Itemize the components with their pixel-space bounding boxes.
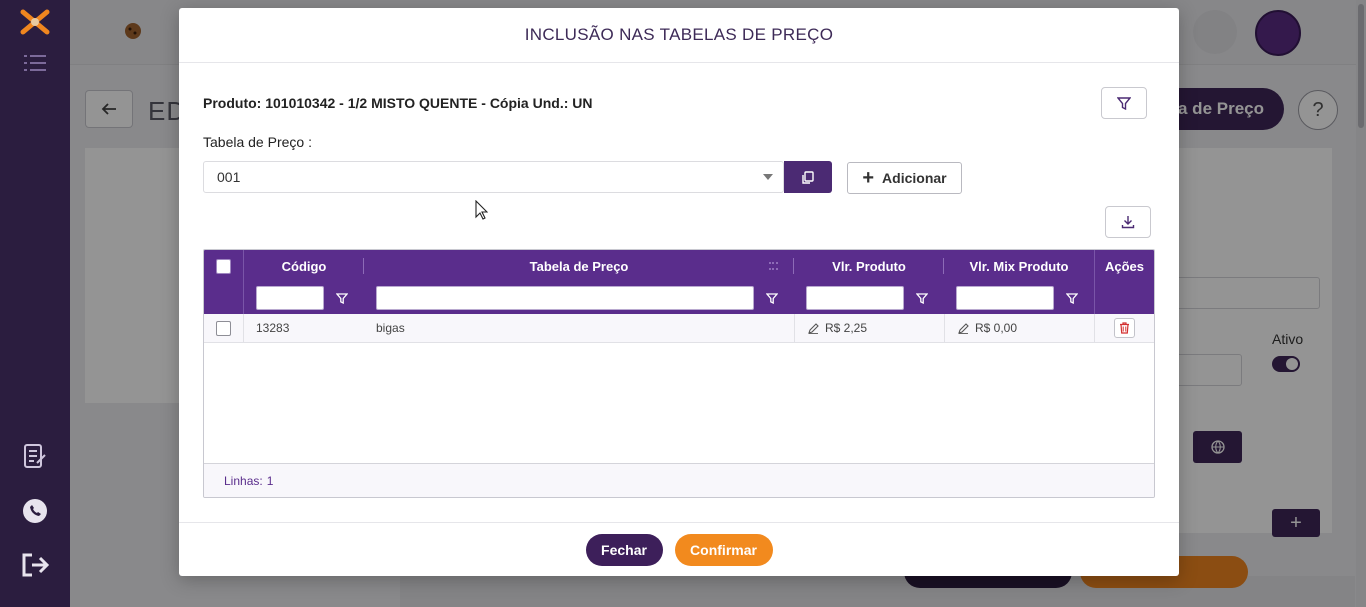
filter-input-vlr-produto[interactable] (806, 286, 904, 310)
export-button[interactable] (1105, 206, 1151, 238)
filter-input-vlr-mix[interactable] (956, 286, 1054, 310)
filter-input-tabela[interactable] (376, 286, 754, 310)
cell-tabela: bigas (376, 321, 405, 335)
filter-icon[interactable] (916, 292, 928, 304)
column-header-acoes: Ações (1094, 250, 1154, 282)
whatsapp-icon[interactable] (0, 497, 70, 525)
trash-icon (1120, 322, 1129, 334)
price-table-label: Tabela de Preço : (203, 134, 312, 150)
cell-acoes (1094, 314, 1154, 342)
filter-button[interactable] (1101, 87, 1147, 119)
row-count-label: Linhas: (224, 474, 263, 488)
confirm-button[interactable]: Confirmar (674, 533, 773, 566)
grid-header-row: Código Tabela de Preço Vlr. Produto Vlr.… (204, 250, 1154, 282)
select-all-checkbox[interactable] (216, 258, 231, 274)
download-icon (1121, 216, 1135, 229)
filter-input-codigo[interactable] (256, 286, 324, 310)
product-info: Produto: 101010342 - 1/2 MISTO QUENTE - … (203, 95, 593, 111)
plus-icon: + (862, 167, 875, 189)
sidebar (0, 0, 70, 607)
table-row[interactable]: 13283 bigas R$ 2,25 R$ 0,00 (204, 314, 1154, 343)
filter-cell-tabela (364, 282, 794, 314)
vlr-mix-value: R$ 0,00 (975, 321, 1018, 335)
vlr-produto-value: R$ 2,25 (825, 321, 868, 335)
column-drag-icon[interactable] (769, 262, 778, 270)
filter-cell-acoes (1094, 282, 1154, 314)
report-icon[interactable] (0, 443, 70, 469)
price-table-modal: INCLUSÃO NAS TABELAS DE PREÇO Produto: 1… (179, 8, 1179, 576)
delete-row-button[interactable] (1114, 318, 1135, 338)
add-button[interactable]: + Adicionar (847, 162, 962, 194)
filter-icon[interactable] (1066, 292, 1078, 304)
column-header-codigo[interactable]: Código (244, 250, 364, 282)
filter-icon[interactable] (336, 292, 348, 304)
copy-button[interactable] (784, 161, 832, 193)
modal-header: INCLUSÃO NAS TABELAS DE PREÇO (179, 8, 1179, 63)
price-table-select[interactable]: 001 (203, 161, 784, 193)
price-table-grid: Código Tabela de Preço Vlr. Produto Vlr.… (203, 249, 1155, 498)
add-button-label: Adicionar (882, 170, 947, 186)
filter-cell-vlr-mix (944, 282, 1094, 314)
select-all-cell (204, 250, 244, 282)
column-header-tabela[interactable]: Tabela de Preço (364, 250, 794, 282)
close-button[interactable]: Fechar (585, 533, 663, 566)
mouse-cursor-icon (475, 199, 489, 225)
chevron-down-icon (763, 174, 773, 180)
grid-footer: Linhas: 1 (204, 463, 1154, 497)
filter-icon (1117, 96, 1131, 110)
modal-title: INCLUSÃO NAS TABELAS DE PREÇO (524, 25, 834, 44)
modal-footer: Fechar Confirmar (179, 522, 1179, 576)
filter-icon[interactable] (766, 292, 778, 304)
pencil-icon[interactable] (808, 322, 819, 334)
column-header-tabela-label: Tabela de Preço (529, 258, 629, 274)
column-header-vlr-mix[interactable]: Vlr. Mix Produto (944, 250, 1094, 282)
row-count-value: 1 (266, 474, 274, 488)
filter-cell-codigo (244, 282, 364, 314)
grid-filter-row (204, 282, 1154, 314)
logout-icon[interactable] (0, 552, 70, 578)
cell-vlr-mix[interactable]: R$ 0,00 (944, 314, 1094, 342)
price-table-selected-value: 001 (217, 169, 241, 185)
filter-cell-vlr-produto (794, 282, 944, 314)
pencil-icon[interactable] (958, 322, 969, 334)
app-logo-icon[interactable] (0, 8, 70, 36)
row-select-cell (204, 314, 244, 342)
cell-vlr-produto[interactable]: R$ 2,25 (794, 314, 944, 342)
filter-spacer (204, 282, 244, 314)
column-header-vlr-produto[interactable]: Vlr. Produto (794, 250, 944, 282)
menu-list-icon[interactable] (0, 54, 70, 72)
copy-icon (802, 170, 814, 184)
row-checkbox[interactable] (216, 320, 231, 336)
cell-codigo: 13283 (256, 321, 290, 335)
